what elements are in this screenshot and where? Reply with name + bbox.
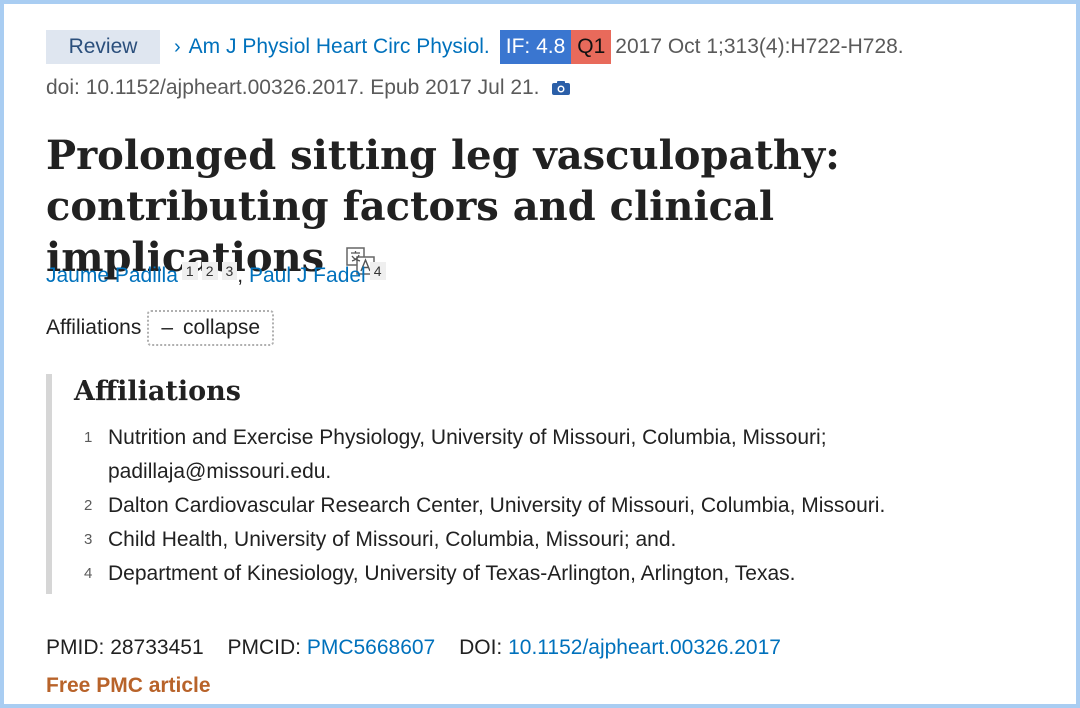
quartile-badge: Q1 — [571, 30, 612, 64]
affiliation-number: 2 — [84, 497, 93, 514]
affiliation-text: Department of Kinesiology, University of… — [108, 562, 796, 585]
doi-epub-line: doi: 10.1152/ajpheart.00326.2017. Epub 2… — [46, 76, 570, 100]
affiliation-text: Dalton Cardiovascular Research Center, U… — [108, 494, 886, 517]
affiliation-ref[interactable]: 1 — [181, 262, 198, 280]
author-separator: , — [237, 264, 244, 287]
affiliation-item: 3 Child Health, University of Missouri, … — [74, 523, 1006, 557]
affiliations-list: 1 Nutrition and Exercise Physiology, Uni… — [74, 421, 1006, 591]
affiliation-item: 2 Dalton Cardiovascular Research Center,… — [74, 489, 1006, 523]
page-frame: Review › Am J Physiol Heart Circ Physiol… — [0, 0, 1080, 708]
affiliation-ref[interactable]: 2 — [201, 262, 218, 280]
chevron-right-icon: › — [174, 35, 181, 58]
camera-icon[interactable] — [551, 81, 570, 95]
journal-link[interactable]: › Am J Physiol Heart Circ Physiol. — [174, 35, 490, 59]
pmid-value: 28733451 — [110, 636, 204, 659]
free-pmc-article-label: Free PMC article — [46, 674, 211, 697]
affiliation-item: 1 Nutrition and Exercise Physiology, Uni… — [74, 421, 1006, 489]
affiliation-number: 1 — [84, 429, 93, 446]
doi-link[interactable]: 10.1152/ajpheart.00326.2017 — [508, 636, 781, 659]
affiliation-ref[interactable]: 3 — [221, 262, 238, 280]
minus-icon: – — [161, 316, 174, 339]
pmid-label: PMID: — [46, 636, 105, 659]
identifiers-line: PMID: 28733451 PMCID: PMC5668607 DOI: 10… — [46, 636, 799, 660]
affiliation-text-line: Nutrition and Exercise Physiology, Unive… — [108, 426, 827, 449]
review-badge: Review — [46, 30, 160, 64]
citation-meta: Review › Am J Physiol Heart Circ Physiol… — [46, 30, 904, 64]
affiliations-panel: Affiliations 1 Nutrition and Exercise Ph… — [46, 374, 1006, 594]
author-list: Jaume Padilla 1 2 3, Paul J Fadel 4 — [46, 262, 386, 288]
collapse-label: collapse — [183, 316, 261, 339]
affiliation-item: 4 Department of Kinesiology, University … — [74, 557, 1006, 591]
affiliations-heading: Affiliations — [74, 376, 241, 407]
author-link[interactable]: Jaume Padilla — [46, 264, 178, 287]
collapse-affiliations-button[interactable]: – collapse — [147, 310, 275, 346]
article-title: Prolonged sitting leg vasculopathy: cont… — [46, 130, 1006, 283]
journal-name[interactable]: Am J Physiol Heart Circ Physiol. — [189, 35, 490, 59]
impact-factor-badge: IF: 4.8 — [499, 30, 572, 64]
affiliation-number: 3 — [84, 531, 93, 548]
affiliation-ref[interactable]: 4 — [369, 262, 386, 280]
author-link[interactable]: Paul J Fadel — [249, 264, 366, 287]
affiliation-text: Nutrition and Exercise Physiology, Unive… — [108, 421, 827, 489]
affiliations-toggle-label: Affiliations — [46, 316, 142, 339]
doi-epub-text: doi: 10.1152/ajpheart.00326.2017. Epub 2… — [46, 76, 540, 99]
affiliation-number: 4 — [84, 565, 93, 582]
affiliation-text: Child Health, University of Missouri, Co… — [108, 528, 677, 551]
doi-label: DOI: — [459, 636, 503, 659]
citation-text: 2017 Oct 1;313(4):H722-H728. — [615, 35, 904, 58]
affiliation-email: padillaja@missouri.edu. — [108, 460, 332, 483]
pmcid-label: PMCID: — [227, 636, 301, 659]
article-title-text: Prolonged sitting leg vasculopathy: cont… — [46, 132, 840, 281]
affiliations-toggle-row: Affiliations – collapse — [46, 310, 275, 346]
pmcid-link[interactable]: PMC5668607 — [307, 636, 435, 659]
